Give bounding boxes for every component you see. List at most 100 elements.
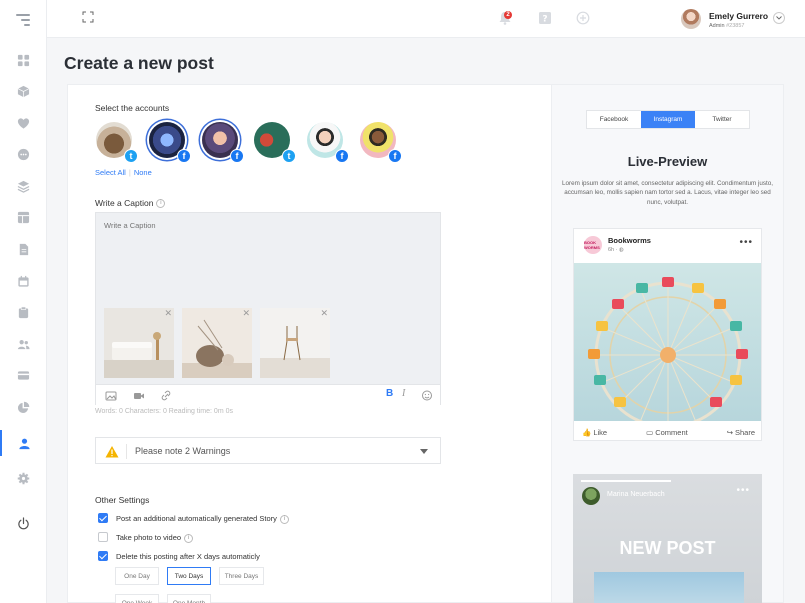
auto-delete-label: Delete this posting after X days automat… bbox=[116, 552, 260, 561]
like-label: Like bbox=[593, 427, 608, 437]
help-icon[interactable]: ? bbox=[537, 10, 553, 26]
more-icon[interactable]: ••• bbox=[736, 485, 750, 496]
layers-icon bbox=[17, 180, 30, 193]
document-icon bbox=[19, 243, 29, 255]
layout-icon bbox=[17, 211, 30, 223]
clipboard-icon bbox=[18, 306, 29, 318]
select-all-link[interactable]: Select All bbox=[95, 168, 126, 177]
twitter-icon: t bbox=[124, 149, 138, 163]
info-icon[interactable]: i bbox=[156, 199, 166, 209]
warnings-dropdown[interactable]: Please note 2 Warnings bbox=[95, 437, 441, 464]
two-days-option[interactable]: Two Days bbox=[167, 567, 211, 585]
tab-facebook[interactable]: Facebook bbox=[587, 111, 641, 128]
bold-icon[interactable]: B bbox=[386, 388, 396, 399]
caption-input[interactable] bbox=[104, 221, 424, 230]
account-avatar-6[interactable]: f bbox=[360, 122, 402, 163]
sidebar-item-profile[interactable] bbox=[0, 430, 47, 456]
attached-image-3[interactable]: ✕ bbox=[260, 308, 330, 378]
sidebar-item-messages[interactable] bbox=[0, 141, 47, 167]
account-avatar-5[interactable]: f bbox=[307, 122, 349, 163]
tab-instagram[interactable]: Instagram bbox=[641, 111, 695, 128]
sidebar-item-favorites[interactable] bbox=[0, 110, 47, 136]
facebook-icon: f bbox=[230, 149, 244, 163]
svg-text:?: ? bbox=[542, 15, 547, 25]
sidebar-item-tasks[interactable] bbox=[0, 299, 47, 325]
dashboard-icon bbox=[17, 54, 30, 66]
twitter-icon: t bbox=[282, 149, 296, 163]
account-avatar-4[interactable]: t bbox=[254, 122, 296, 163]
globe-icon: ◍ bbox=[619, 247, 624, 253]
three-days-option[interactable]: Three Days bbox=[219, 567, 264, 585]
tab-twitter[interactable]: Twitter bbox=[695, 111, 749, 128]
chevron-down-icon bbox=[776, 16, 782, 20]
sidebar-item-dashboard[interactable] bbox=[0, 47, 47, 73]
italic-icon[interactable]: I bbox=[402, 388, 412, 399]
sidebar-item-products[interactable] bbox=[0, 78, 47, 104]
story-option-label: Post an additional automatically generat… bbox=[116, 514, 289, 524]
one-month-option[interactable]: One Month bbox=[167, 594, 211, 603]
sidebar-item-layers[interactable] bbox=[0, 173, 47, 199]
sidebar-item-team[interactable] bbox=[0, 331, 47, 357]
power-icon bbox=[18, 516, 29, 529]
thumbs-up-icon: 👍 bbox=[582, 427, 592, 437]
avatar[interactable] bbox=[681, 9, 701, 29]
share-button[interactable]: ↪ Share bbox=[727, 428, 755, 437]
user-role: Admin #23857 bbox=[709, 23, 744, 29]
attached-image-1[interactable]: ✕ bbox=[104, 308, 174, 378]
remove-image-icon[interactable]: ✕ bbox=[242, 308, 250, 319]
sidebar-item-settings[interactable] bbox=[0, 465, 47, 491]
menu-toggle-icon[interactable] bbox=[16, 14, 30, 26]
account-avatar-3[interactable]: f bbox=[202, 122, 244, 163]
attached-image-2[interactable]: ✕ bbox=[182, 308, 252, 378]
calendar-icon bbox=[18, 275, 29, 287]
warning-text: Please note 2 Warnings bbox=[135, 446, 231, 456]
heart-icon bbox=[17, 117, 30, 129]
user-name: Emely Gurrero bbox=[709, 11, 769, 21]
sidebar-item-layout[interactable] bbox=[0, 204, 47, 230]
account-avatar-2[interactable]: f bbox=[149, 122, 191, 163]
sidebar-item-logout[interactable] bbox=[0, 510, 47, 536]
select-none-link[interactable]: None bbox=[134, 168, 152, 177]
users-icon bbox=[17, 339, 30, 349]
sidebar-item-reports[interactable] bbox=[0, 394, 47, 420]
info-icon[interactable]: i bbox=[184, 533, 194, 543]
facebook-icon: f bbox=[177, 149, 191, 163]
info-icon[interactable]: i bbox=[279, 514, 289, 524]
sidebar-item-payments[interactable] bbox=[0, 362, 47, 388]
one-day-option[interactable]: One Day bbox=[115, 567, 159, 585]
one-week-option[interactable]: One Week bbox=[115, 594, 159, 603]
photo-to-video-checkbox[interactable] bbox=[98, 532, 108, 542]
video-icon[interactable] bbox=[133, 390, 145, 401]
story-progress-bar bbox=[581, 480, 671, 482]
user-role-label: Admin bbox=[709, 23, 725, 29]
add-circle-icon[interactable] bbox=[575, 10, 591, 26]
preview-title: Live-Preview bbox=[627, 154, 708, 169]
other-settings-label: Other Settings bbox=[95, 495, 150, 505]
comment-button[interactable]: ▭ Comment bbox=[646, 428, 688, 437]
page-title: Create a new post bbox=[64, 53, 214, 73]
story-avatar bbox=[582, 487, 600, 505]
account-avatar-1[interactable]: t bbox=[96, 122, 138, 163]
share-label: Share bbox=[734, 427, 755, 437]
user-menu-button[interactable] bbox=[773, 12, 785, 24]
emoji-icon[interactable] bbox=[421, 390, 433, 401]
user-icon bbox=[19, 438, 30, 449]
auto-delete-checkbox[interactable] bbox=[98, 551, 108, 561]
comment-icon: ▭ bbox=[646, 427, 654, 437]
sidebar-item-calendar[interactable] bbox=[0, 268, 47, 294]
image-icon[interactable] bbox=[105, 390, 117, 401]
story-user-name: Marina Neuerbach bbox=[607, 491, 665, 498]
sidebar-item-documents[interactable] bbox=[0, 236, 47, 262]
like-button[interactable]: 👍 Like bbox=[582, 428, 607, 437]
network-tabs: Facebook Instagram Twitter bbox=[586, 110, 750, 129]
story-checkbox[interactable] bbox=[98, 513, 108, 523]
remove-image-icon[interactable]: ✕ bbox=[164, 308, 172, 319]
story-image bbox=[594, 572, 744, 603]
link-icon[interactable] bbox=[160, 390, 172, 401]
sidebar bbox=[0, 0, 47, 603]
remove-image-icon[interactable]: ✕ bbox=[320, 308, 328, 319]
more-icon[interactable]: ••• bbox=[739, 237, 753, 248]
chat-icon bbox=[17, 148, 30, 160]
top-bar: 2 ? Emely Gurrero Admin #23857 bbox=[47, 0, 805, 38]
fullscreen-icon[interactable] bbox=[82, 11, 94, 23]
